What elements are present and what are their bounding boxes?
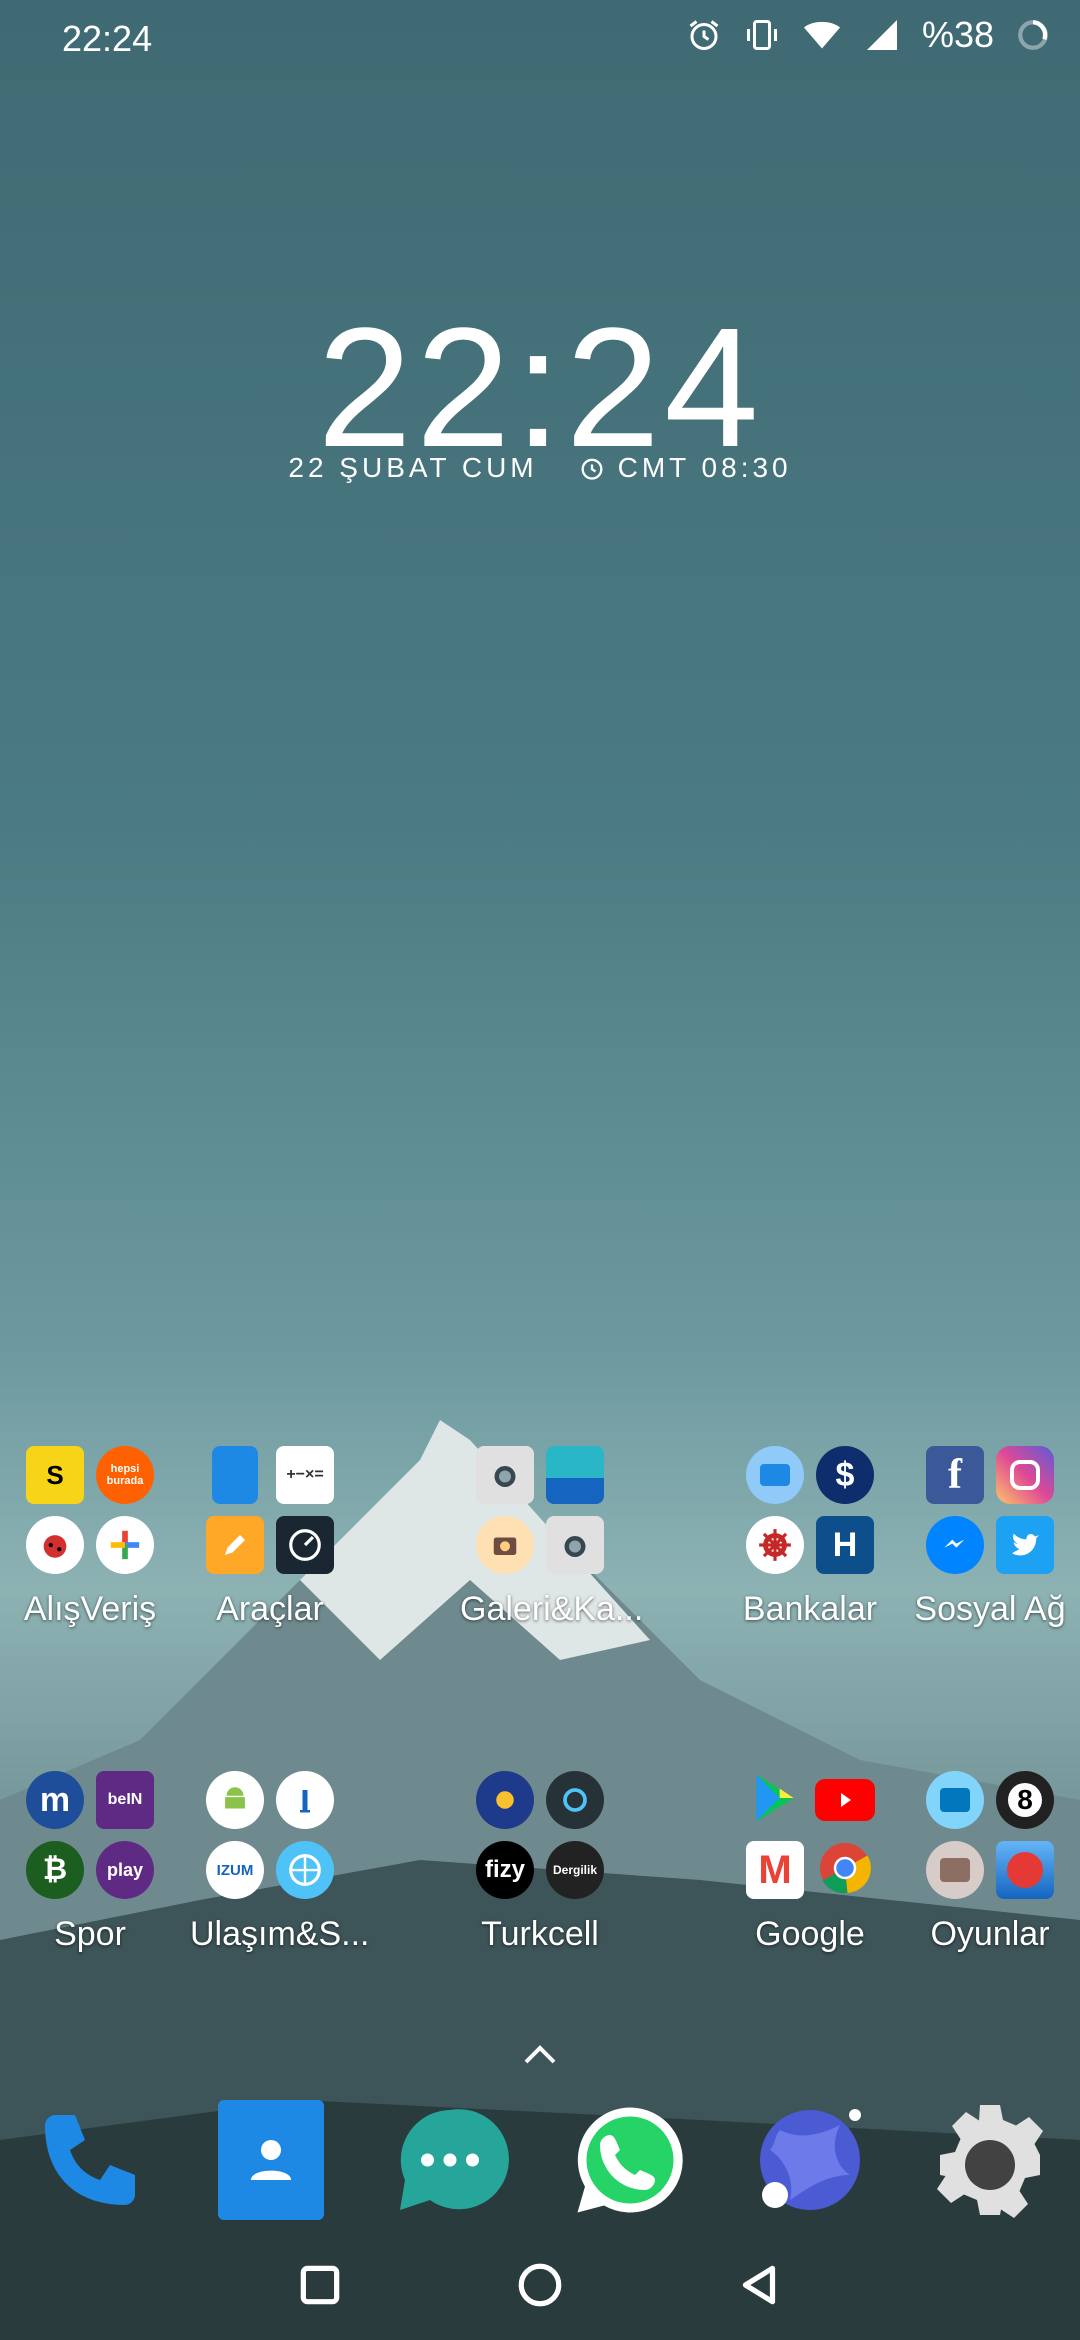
turkcell-icon bbox=[476, 1771, 534, 1829]
play-icon: play bbox=[96, 1841, 154, 1899]
status-icons: %38 bbox=[686, 14, 1050, 56]
mackolik-icon: m bbox=[26, 1771, 84, 1829]
battery-percent: %38 bbox=[921, 14, 994, 55]
browser-icon[interactable] bbox=[750, 2100, 870, 2220]
folder-sosyal[interactable]: f Sosyal Ağ bbox=[910, 1440, 1070, 1629]
vibrate-icon bbox=[746, 20, 777, 50]
dollar-icon: $ bbox=[816, 1446, 874, 1504]
instagram-icon bbox=[996, 1446, 1054, 1504]
camera3-icon bbox=[546, 1516, 604, 1574]
dergilik-icon: Dergilik bbox=[546, 1841, 604, 1899]
folder-label: Oyunlar bbox=[930, 1915, 1050, 1953]
izum-icon: IZUM bbox=[206, 1841, 264, 1899]
status-time: 22:24 bbox=[62, 18, 153, 59]
bitcoin-icon: ₿ bbox=[26, 1841, 84, 1899]
messages-icon[interactable] bbox=[390, 2100, 510, 2220]
folder-label: Araçlar bbox=[216, 1590, 324, 1628]
home-button[interactable] bbox=[515, 2260, 565, 2310]
messenger-icon bbox=[926, 1516, 984, 1574]
youtube-icon bbox=[815, 1779, 875, 1821]
folder-oyunlar[interactable]: 8 Oyunlar bbox=[910, 1765, 1070, 1954]
camera-icon bbox=[476, 1446, 534, 1504]
clock-widget-date-row: 22 ŞUBAT CUM CMT 08:30 bbox=[0, 452, 1080, 484]
gallery-icon bbox=[546, 1446, 604, 1504]
recents-button[interactable] bbox=[295, 2260, 345, 2310]
halkbank-icon: H bbox=[816, 1516, 874, 1574]
billiard-icon: 8 bbox=[996, 1771, 1054, 1829]
game3-icon bbox=[926, 1841, 984, 1899]
battery-ring-icon bbox=[1018, 20, 1048, 50]
date-text[interactable]: 22 ŞUBAT CUM bbox=[288, 452, 537, 484]
dock bbox=[0, 2090, 1080, 2230]
folder-label: AlışVeriş bbox=[23, 1590, 157, 1628]
camera2-icon bbox=[476, 1516, 534, 1574]
signal-icon bbox=[866, 20, 897, 50]
android-icon bbox=[206, 1771, 264, 1829]
notebook-icon bbox=[212, 1446, 258, 1504]
folder-galeri[interactable]: Galeri&Ka... bbox=[460, 1440, 644, 1629]
bein-sports-icon: beIN bbox=[96, 1771, 154, 1829]
speedometer-icon bbox=[276, 1516, 334, 1574]
navigation-bar bbox=[0, 2230, 1080, 2340]
game1-icon bbox=[926, 1771, 984, 1829]
folder-alisveris[interactable]: S hepsi burada AlışVeriş bbox=[10, 1440, 170, 1629]
back-button[interactable] bbox=[735, 2260, 785, 2310]
phone-icon[interactable] bbox=[30, 2100, 150, 2220]
bowling-icon bbox=[996, 1841, 1054, 1899]
folder-label: Bankalar bbox=[742, 1590, 878, 1628]
folder-spor[interactable]: m beIN ₿ play Spor bbox=[10, 1765, 170, 1954]
compass-icon bbox=[276, 1841, 334, 1899]
tower-icon bbox=[276, 1771, 334, 1829]
lifebox-icon bbox=[546, 1771, 604, 1829]
ladybug-icon bbox=[26, 1516, 84, 1574]
contacts-icon[interactable] bbox=[210, 2100, 330, 2220]
fizy-icon: fizy bbox=[476, 1841, 534, 1899]
gmail-icon: M bbox=[746, 1841, 804, 1899]
status-bar: 22:24 %38 bbox=[0, 0, 1080, 80]
folder-label: Ulaşım&S... bbox=[190, 1915, 370, 1953]
bank1-icon bbox=[746, 1446, 804, 1504]
folder-label: Google bbox=[755, 1915, 865, 1953]
twitter-icon bbox=[996, 1516, 1054, 1574]
next-alarm[interactable]: CMT 08:30 bbox=[578, 452, 792, 484]
facebook-icon: f bbox=[926, 1446, 984, 1504]
calculator-icon: +−×= bbox=[276, 1446, 334, 1504]
plus-icon bbox=[96, 1516, 154, 1574]
folder-ulasim[interactable]: IZUM Ulaşım&S... bbox=[190, 1765, 370, 1954]
folder-label: Turkcell bbox=[481, 1915, 599, 1953]
alarm-icon bbox=[581, 458, 603, 480]
chrome-icon bbox=[815, 1838, 875, 1903]
folder-turkcell[interactable]: fizy Dergilik Turkcell bbox=[460, 1765, 620, 1954]
alarm-text: CMT 08:30 bbox=[617, 452, 792, 483]
s-icon: S bbox=[26, 1446, 84, 1504]
helm-icon bbox=[746, 1516, 804, 1574]
folder-label: Galeri&Ka... bbox=[460, 1590, 644, 1628]
hepsiburada-icon: hepsi burada bbox=[96, 1446, 154, 1504]
folder-label: Sosyal Ağ bbox=[914, 1590, 1066, 1628]
folder-label: Spor bbox=[54, 1915, 126, 1953]
pencil-icon bbox=[206, 1516, 264, 1574]
folder-bankalar[interactable]: $ H Bankalar bbox=[730, 1440, 890, 1629]
whatsapp-icon[interactable] bbox=[570, 2100, 690, 2220]
app-drawer-chevron-icon[interactable] bbox=[520, 2040, 560, 2070]
settings-icon[interactable] bbox=[930, 2100, 1050, 2220]
alarm-icon bbox=[689, 20, 719, 50]
folder-araclar[interactable]: +−×= Araçlar bbox=[190, 1440, 350, 1629]
folder-google[interactable]: M Google bbox=[730, 1765, 890, 1954]
wifi-icon bbox=[803, 21, 840, 49]
play-store-icon bbox=[747, 1770, 803, 1831]
